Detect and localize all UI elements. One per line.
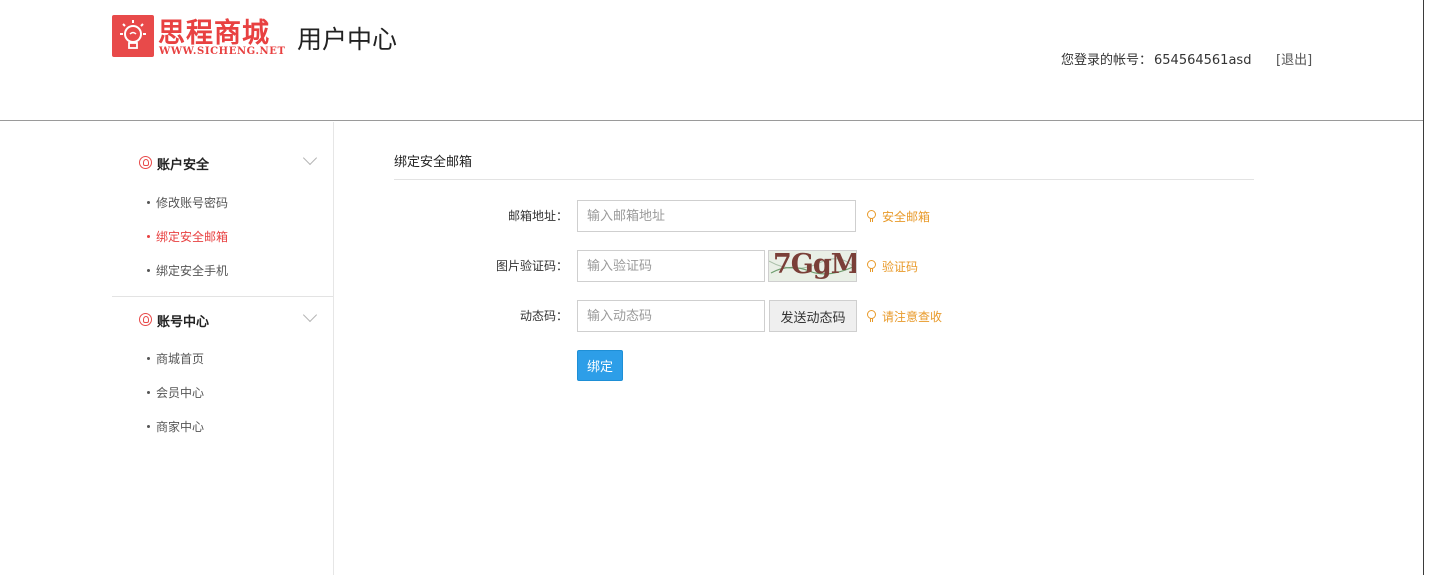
- lightbulb-icon: [867, 260, 876, 273]
- bullet-icon: [147, 391, 150, 394]
- email-hint-text: 安全邮箱: [882, 210, 931, 224]
- email-hint: 安全邮箱: [867, 208, 930, 225]
- bullet-icon: [147, 201, 150, 204]
- bind-submit-button[interactable]: 绑定: [577, 350, 623, 381]
- captcha-input[interactable]: [577, 250, 765, 282]
- page-header: 思程商城 WWW.SICHENG.NET 用户中心 您登录的帐号： 6545645…: [0, 0, 1423, 121]
- page-title: 用户中心: [297, 25, 398, 54]
- account-label: 您登录的帐号：: [1061, 53, 1153, 68]
- captcha-hint-text: 验证码: [882, 260, 919, 274]
- captcha-image[interactable]: 7GgM: [768, 250, 857, 282]
- send-code-button[interactable]: 发送动态码: [769, 300, 857, 332]
- section-divider: [394, 179, 1254, 180]
- captcha-text: 7GgM: [773, 250, 857, 280]
- site-logo[interactable]: 思程商城 WWW.SICHENG.NET: [112, 13, 285, 59]
- user-circle-icon: [139, 156, 152, 169]
- dynamic-code-input[interactable]: [577, 300, 765, 332]
- sidebar-item-merchant-center[interactable]: 商家中心: [147, 418, 204, 435]
- scrollbar[interactable]: [1423, 0, 1434, 575]
- sidebar-item-label: 商家中心: [156, 420, 205, 434]
- sidebar-item-member-center[interactable]: 会员中心: [147, 384, 204, 401]
- bullet-icon: [147, 269, 150, 272]
- sidebar-item-label: 绑定安全手机: [156, 264, 229, 278]
- sidebar-group-title: 账号中心: [157, 315, 210, 330]
- user-circle-icon: [139, 313, 152, 326]
- bullet-icon: [147, 235, 150, 238]
- sidebar: 账户安全 修改账号密码 绑定安全邮箱 绑定安全手机 账号中心 商城首页 会员中心…: [112, 122, 334, 575]
- logo-url-text: WWW.SICHENG.NET: [159, 46, 286, 57]
- sidebar-item-label: 商城首页: [156, 352, 205, 366]
- dynamic-code-label: 动态码：: [519, 309, 568, 323]
- sidebar-item-mall-home[interactable]: 商城首页: [147, 350, 204, 367]
- section-title: 绑定安全邮箱: [394, 155, 473, 170]
- account-info: 您登录的帐号： 654564561asd: [1061, 49, 1251, 68]
- email-input[interactable]: [577, 200, 856, 232]
- dynamic-code-hint: 请注意查收: [867, 308, 942, 325]
- email-label: 邮箱地址：: [507, 209, 568, 223]
- lightbulb-icon: [867, 310, 876, 323]
- sidebar-divider: [112, 296, 333, 297]
- sidebar-group-account-center[interactable]: 账号中心: [112, 300, 333, 340]
- sidebar-item-label: 修改账号密码: [156, 196, 229, 210]
- sidebar-item-bind-phone[interactable]: 绑定安全手机: [147, 262, 228, 279]
- chevron-down-icon: [302, 150, 318, 166]
- lightbulb-icon: [867, 210, 876, 223]
- bullet-icon: [147, 357, 150, 360]
- account-id: 654564561asd: [1154, 53, 1252, 68]
- logout-link[interactable]: [退出]: [1276, 49, 1312, 68]
- dynamic-code-hint-text: 请注意查收: [882, 310, 943, 324]
- captcha-label: 图片验证码：: [495, 259, 568, 273]
- logo-text: 思程商城: [158, 18, 270, 49]
- sidebar-item-label: 绑定安全邮箱: [156, 230, 229, 244]
- bullet-icon: [147, 425, 150, 428]
- sidebar-item-bind-email[interactable]: 绑定安全邮箱: [147, 228, 228, 245]
- sidebar-group-account-security[interactable]: 账户安全: [112, 143, 333, 183]
- sidebar-item-change-password[interactable]: 修改账号密码: [147, 194, 228, 211]
- lightbulb-logo-icon: [112, 15, 154, 57]
- sidebar-group-title: 账户安全: [157, 158, 210, 173]
- chevron-down-icon: [302, 307, 318, 323]
- captcha-hint: 验证码: [867, 258, 918, 275]
- sidebar-item-label: 会员中心: [156, 386, 205, 400]
